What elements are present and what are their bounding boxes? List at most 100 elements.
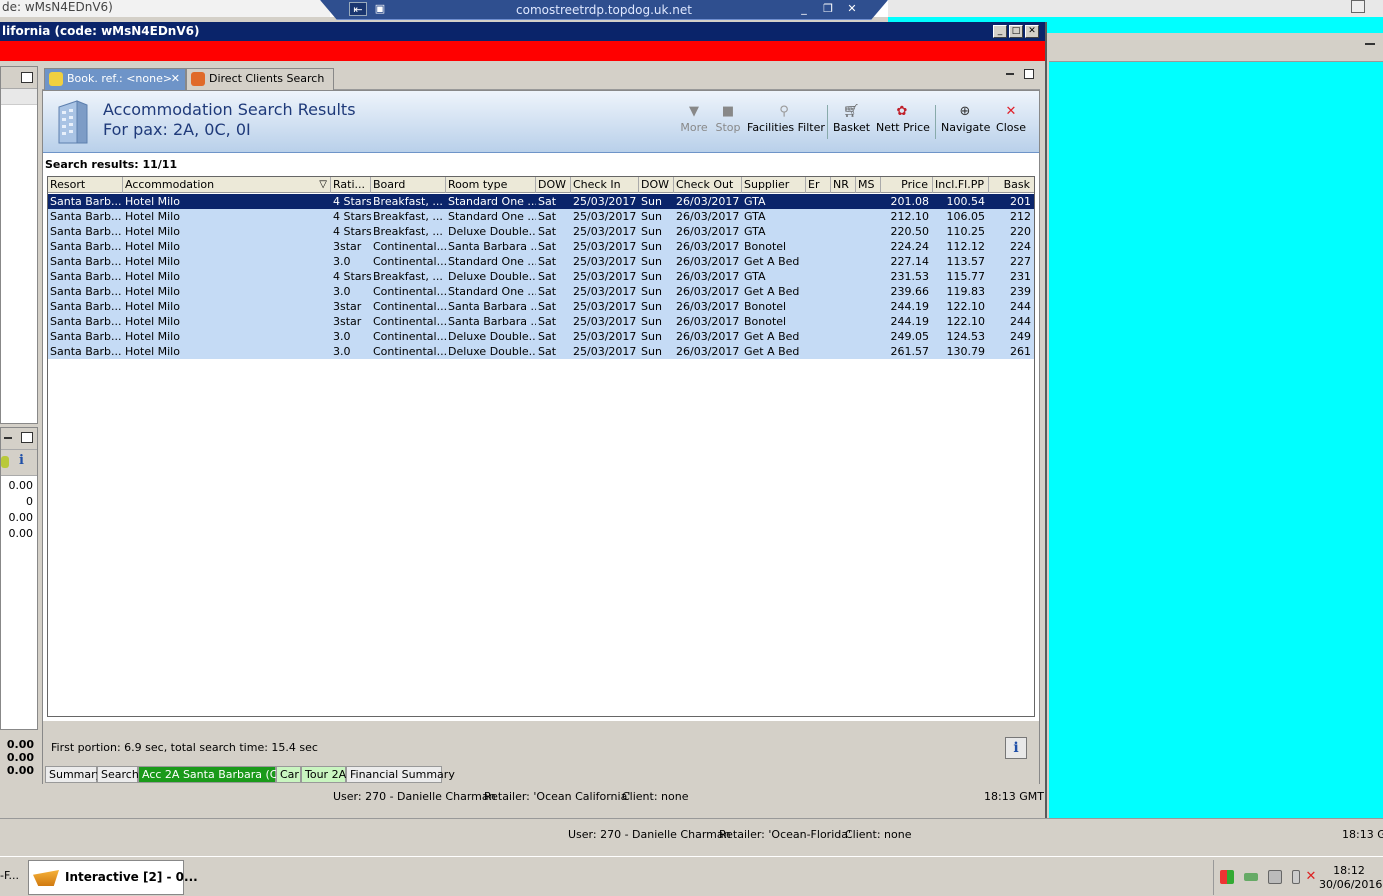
table-row[interactable]: Santa Barb... Hotel Milo 3star Continental.… xyxy=(48,239,1034,254)
column-header[interactable]: Room type xyxy=(446,177,536,193)
navigate-button[interactable]: ⊕ Navigate xyxy=(941,105,991,135)
table-cell: 3star xyxy=(333,240,362,253)
info-button[interactable]: i xyxy=(1005,737,1027,759)
column-header[interactable]: Supplier xyxy=(742,177,806,193)
stop-button[interactable]: ■ Stop xyxy=(713,105,743,135)
column-header[interactable]: Check In xyxy=(571,177,639,193)
table-cell: Sat xyxy=(538,285,557,298)
tab-booking[interactable]: Book. ref.: <none> ✕ xyxy=(44,68,186,90)
rdp-minimize-icon[interactable]: _ xyxy=(795,2,813,16)
window-minimize-button[interactable]: _ xyxy=(993,25,1007,38)
minimize-icon[interactable] xyxy=(1351,0,1365,13)
system-clock[interactable]: 18:12 30/06/2016 xyxy=(1319,864,1383,892)
tab-search[interactable]: Search xyxy=(97,766,139,783)
rdp-close-icon[interactable]: ✕ xyxy=(843,2,861,16)
table-cell xyxy=(831,254,856,269)
tab-tour[interactable]: Tour 2A xyxy=(301,766,346,783)
tab-acc-santa-barbara[interactable]: Acc 2A Santa Barbara (CA) xyxy=(138,766,289,783)
column-header[interactable]: DOW xyxy=(639,177,674,193)
rdp-restore-icon[interactable]: ❐ xyxy=(819,2,837,16)
column-header[interactable]: Accommodation ▽ xyxy=(123,177,331,193)
maximize-icon[interactable] xyxy=(1024,69,1034,79)
table-row[interactable]: Santa Barb... Hotel Milo 3star Continental.… xyxy=(48,314,1034,329)
table-row[interactable]: Santa Barb... Hotel Milo 3.0 Continental...… xyxy=(48,284,1034,299)
table-cell xyxy=(831,299,856,314)
table-row[interactable]: Santa Barb... Hotel Milo 3.0 Continental...… xyxy=(48,254,1034,269)
results-header: Accommodation Search Results For pax: 2A… xyxy=(43,91,1039,153)
tab-financial-summary[interactable]: Financial Summary xyxy=(346,766,455,783)
table-row[interactable]: Santa Barb... Hotel Milo 3star Continental.… xyxy=(48,299,1034,314)
clock-date: 30/06/2016 xyxy=(1319,878,1383,891)
table-cell: Continental... xyxy=(373,345,446,358)
tab-close-icon[interactable]: ✕ xyxy=(171,69,180,89)
table-cell: Sun xyxy=(641,195,662,208)
column-header[interactable]: NR xyxy=(831,177,856,193)
column-header[interactable]: Price xyxy=(881,177,933,193)
facilities-filter-button[interactable]: ⚲ Facilities Filter xyxy=(747,105,825,135)
table-cell xyxy=(856,254,881,269)
table-cell xyxy=(856,194,881,209)
basket-button[interactable]: 🛒︎ Basket xyxy=(833,105,871,135)
nett-price-button[interactable]: ✿ Nett Price xyxy=(876,105,930,135)
table-cell xyxy=(806,299,831,314)
table-cell: 25/03/2017 xyxy=(573,195,637,208)
table-cell: 26/03/2017 xyxy=(676,315,740,328)
table-cell: Standard One ... xyxy=(448,255,536,268)
more-button[interactable]: ▼ More xyxy=(679,105,709,135)
minimize-icon[interactable] xyxy=(1006,73,1014,75)
minimize-icon[interactable] xyxy=(1365,43,1375,45)
table-cell: 25/03/2017 xyxy=(573,315,637,328)
windows-flag-icon[interactable] xyxy=(1220,870,1234,884)
maximize-icon[interactable] xyxy=(21,72,33,83)
tab-summary[interactable]: Summary xyxy=(45,766,102,783)
filter-funnel-icon[interactable]: ▽ xyxy=(319,177,327,193)
close-results-button[interactable]: ✕ Close xyxy=(995,105,1027,135)
column-header[interactable]: Bask xyxy=(989,177,1034,193)
summary-value: 0.00 xyxy=(8,511,34,524)
tab-direct-clients-label: Direct Clients Search xyxy=(209,72,325,85)
table-cell: Santa Barb... xyxy=(50,300,122,313)
clock-time: 18:12 xyxy=(1333,864,1365,877)
network-icon[interactable] xyxy=(1268,870,1282,884)
maximize-icon[interactable] xyxy=(21,432,33,443)
table-row[interactable]: Santa Barb... Hotel Milo 4 Stars Breakfast,… xyxy=(48,209,1034,224)
table-cell: Get A Bed xyxy=(744,285,800,298)
table-row[interactable]: Santa Barb... Hotel Milo 4 Stars Breakfast,… xyxy=(48,224,1034,239)
tab-car[interactable]: Car xyxy=(276,766,301,783)
minimize-icon[interactable] xyxy=(4,437,12,439)
table-row[interactable]: Santa Barb... Hotel Milo 3.0 Continental...… xyxy=(48,344,1034,359)
table-cell: 26/03/2017 xyxy=(676,225,740,238)
window-maximize-button[interactable]: □ xyxy=(1009,25,1023,38)
taskbar-item-fragment[interactable]: -F... xyxy=(0,869,19,882)
battery-icon[interactable] xyxy=(1244,873,1258,881)
column-header[interactable]: Incl.Fl.PP xyxy=(933,177,989,193)
info-icon[interactable]: i xyxy=(19,453,24,468)
inner-retailer: Retailer: 'Ocean California' xyxy=(484,790,631,803)
table-row[interactable]: Santa Barb... Hotel Milo 3.0 Continental...… xyxy=(48,329,1034,344)
refresh-icon[interactable] xyxy=(1,456,9,468)
table-cell xyxy=(856,269,881,284)
column-header[interactable]: Board xyxy=(371,177,446,193)
column-header[interactable]: Check Out xyxy=(674,177,742,193)
device-icon[interactable] xyxy=(1292,870,1300,884)
window-close-button[interactable]: ✕ xyxy=(1025,25,1039,38)
taskbar-interactive-button[interactable]: Interactive [2] - 0... xyxy=(28,860,198,895)
stop-label: Stop xyxy=(715,121,741,134)
column-header[interactable]: MS xyxy=(856,177,881,193)
table-row[interactable]: Santa Barb... Hotel Milo 4 Stars Breakfast,… xyxy=(48,269,1034,284)
column-header[interactable]: DOW xyxy=(536,177,571,193)
table-cell: Breakfast, ... xyxy=(373,210,443,223)
column-header[interactable]: Er xyxy=(806,177,831,193)
table-cell: Sat xyxy=(538,330,557,343)
column-header[interactable]: Resort xyxy=(48,177,123,193)
table-cell: 4 Stars xyxy=(333,225,371,238)
table-cell: Santa Barb... xyxy=(50,240,122,253)
table-cell: Deluxe Double... xyxy=(448,225,536,238)
tab-direct-clients-search[interactable]: Direct Clients Search xyxy=(186,68,334,90)
table-row[interactable]: Santa Barb... Hotel Milo 4 Stars Breakfast,… xyxy=(48,194,1034,209)
table-cell: GTA xyxy=(744,225,766,238)
volume-muted-icon[interactable]: ✕ xyxy=(1304,870,1318,884)
column-header[interactable]: Rati... xyxy=(331,177,371,193)
basket-label: Basket xyxy=(833,121,871,134)
navigate-label: Navigate xyxy=(941,121,991,134)
